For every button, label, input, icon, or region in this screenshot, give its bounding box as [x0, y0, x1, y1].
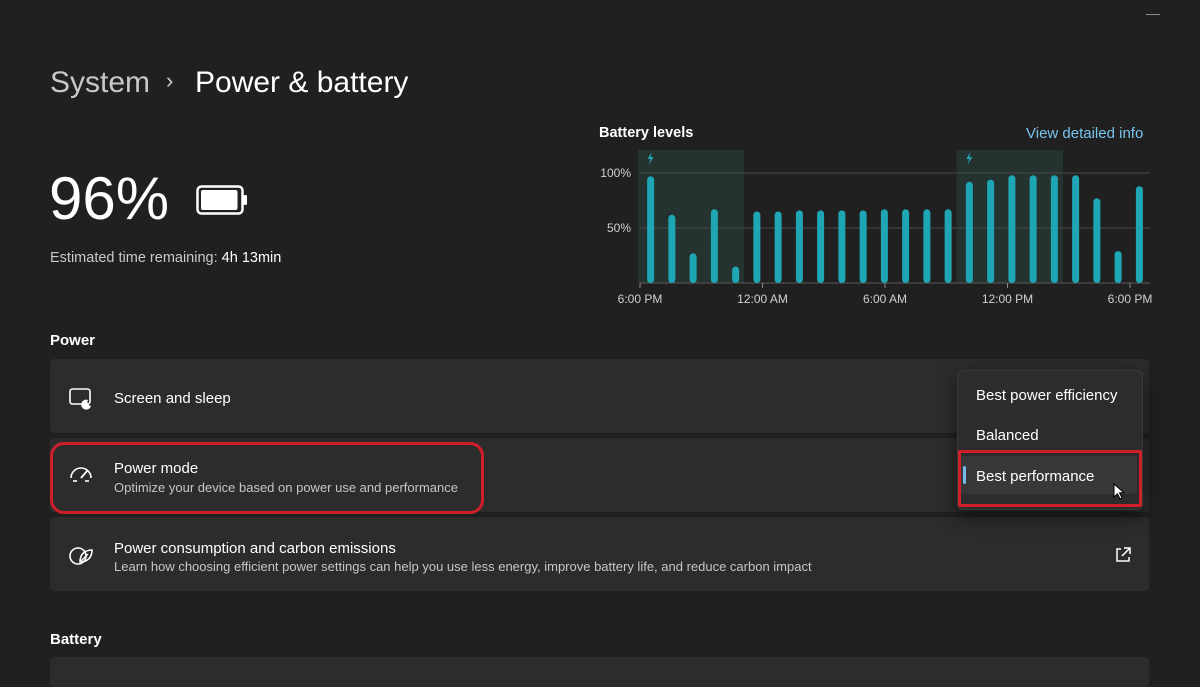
battery-percent: 96% — [49, 165, 170, 232]
x-tick-label: 6:00 PM — [618, 292, 663, 306]
x-tick-label: 6:00 PM — [1108, 292, 1153, 306]
battery-bar — [753, 211, 761, 283]
power-consumption-card[interactable]: Power consumption and carbon emissions L… — [50, 517, 1149, 591]
battery-bar — [838, 210, 846, 283]
battery-bar — [1029, 175, 1037, 283]
battery-bar — [710, 209, 718, 283]
card-title: Screen and sleep — [114, 390, 231, 407]
x-tick-label: 12:00 PM — [982, 292, 1033, 306]
battery-bar — [1072, 175, 1080, 283]
y-tick-label: 100% — [600, 166, 631, 180]
leaf-icon — [69, 547, 93, 565]
battery-bar — [944, 209, 952, 283]
estimate-value: 4h 13min — [221, 250, 282, 266]
battery-bar — [817, 210, 825, 283]
estimate-label: Estimated time remaining: — [50, 250, 218, 266]
mouse-cursor-icon — [1113, 483, 1125, 500]
battery-bar — [965, 181, 973, 283]
battery-bar — [902, 209, 910, 283]
battery-bar — [859, 210, 867, 283]
battery-bar — [795, 210, 803, 283]
battery-bar — [668, 214, 676, 283]
battery-section-header: Battery — [50, 631, 102, 648]
chart-title: Battery levels — [599, 125, 694, 141]
battery-levels-chart: 100% 50% 6:00 PM 12:00 AM 6:00 AM 12:00 PM 6:0… — [600, 150, 1153, 306]
battery-bar — [1008, 175, 1016, 283]
x-tick-label: 6:00 AM — [863, 292, 907, 306]
battery-bar — [923, 209, 931, 283]
option-best-power-efficiency[interactable]: Best power efficiency — [976, 387, 1117, 404]
battery-bar — [689, 253, 697, 283]
option-balanced[interactable]: Balanced — [976, 427, 1039, 444]
power-section-header: Power — [50, 332, 96, 349]
battery-bar — [987, 179, 995, 283]
card-description: Learn how choosing efficient power setti… — [114, 559, 812, 574]
battery-card[interactable] — [50, 657, 1149, 687]
battery-bar — [647, 176, 655, 283]
page-title: Power & battery — [195, 66, 409, 99]
battery-icon — [196, 185, 247, 215]
chevron-right-icon: › — [166, 68, 174, 93]
battery-bar — [1114, 251, 1122, 283]
y-tick-label: 50% — [607, 221, 631, 235]
battery-bar — [774, 211, 782, 283]
battery-bar — [1135, 186, 1143, 283]
breadcrumb-system[interactable]: System — [50, 64, 150, 102]
battery-bar — [1093, 198, 1101, 283]
minimize-icon[interactable] — [1146, 14, 1160, 15]
screen-sleep-icon — [69, 388, 91, 410]
battery-bar — [732, 266, 740, 283]
battery-bar — [1050, 175, 1058, 283]
x-tick-label: 12:00 AM — [737, 292, 788, 306]
estimated-time: Estimated time remaining: 4h 13min — [50, 250, 281, 266]
external-link-icon[interactable] — [1114, 546, 1132, 564]
battery-bar — [880, 209, 888, 283]
power-mode-highlight — [50, 442, 484, 514]
card-title: Power consumption and carbon emissions — [114, 540, 396, 557]
